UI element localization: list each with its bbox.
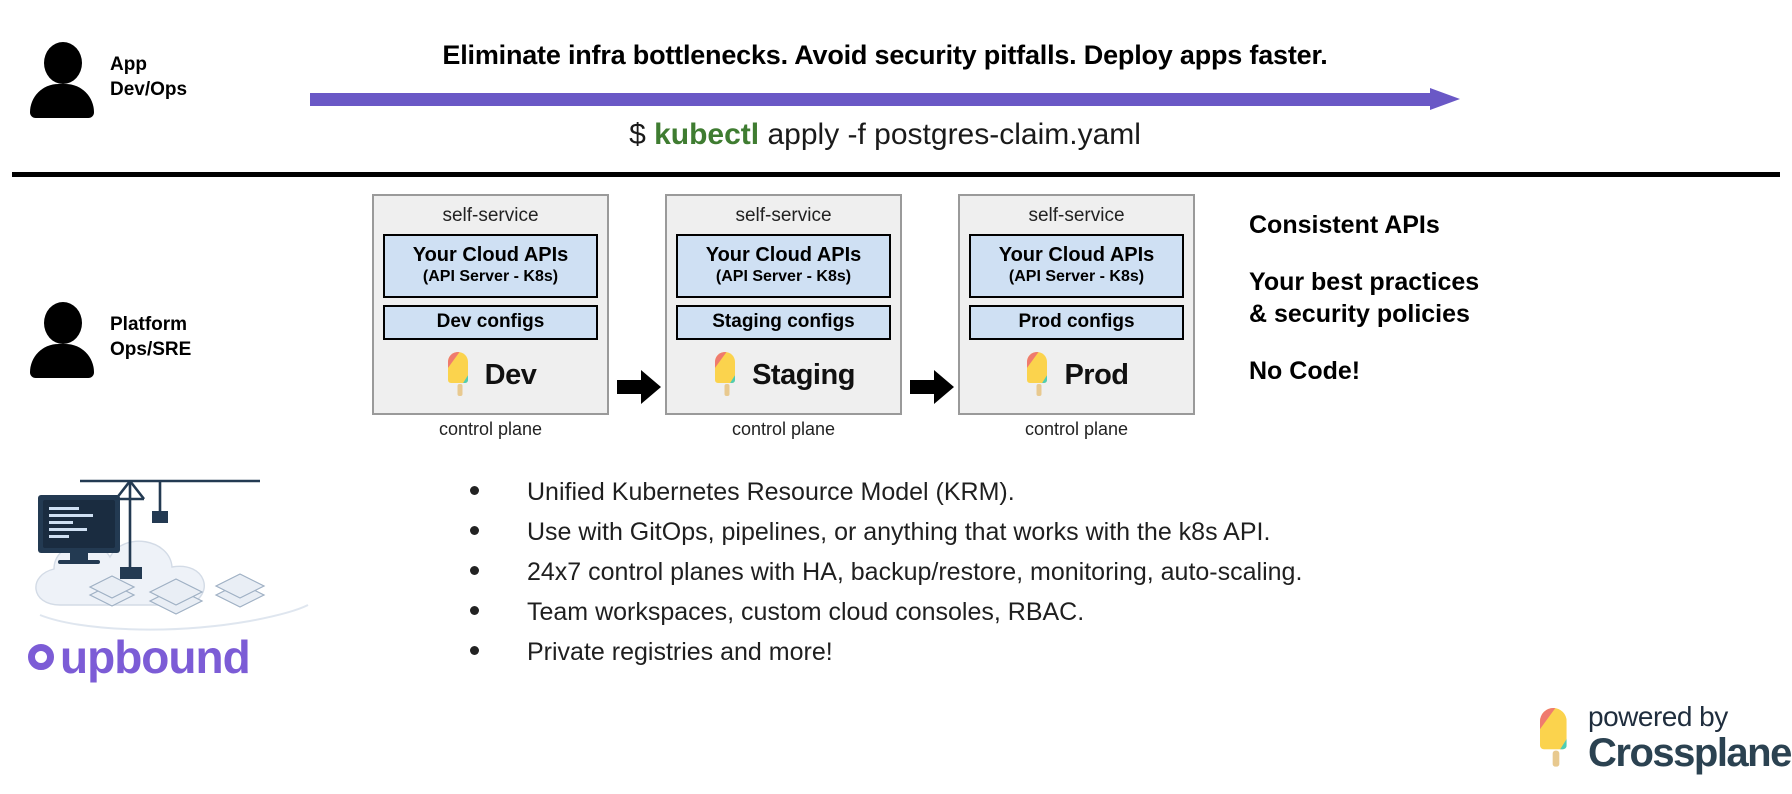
cp-api-title: Your Cloud APIs: [998, 244, 1155, 266]
control-plane-card-prod[interactable]: self-service Your Cloud APIs (API Server…: [958, 194, 1195, 415]
progress-arrow-head: [1430, 88, 1460, 110]
slide-root: App Dev/Ops Eliminate infra bottlenecks. …: [0, 0, 1792, 794]
bullet-text: Unified Kubernetes Resource Model (KRM).: [527, 478, 1015, 506]
bullet-dot-icon: [470, 646, 479, 655]
persona-line1: App: [110, 54, 147, 76]
bullet-text: Use with GitOps, pipelines, or anything …: [527, 518, 1271, 546]
bullet-dot-icon: [470, 526, 479, 535]
crossplane-popsicle-icon: [445, 350, 475, 401]
cp-configs-block: Prod configs: [969, 304, 1184, 340]
crossplane-popsicle-icon: [1536, 705, 1576, 772]
section-divider: [12, 172, 1780, 177]
crossplane-popsicle-icon: [712, 350, 742, 401]
cp-configs-block: Dev configs: [383, 304, 598, 340]
feature-bullet-list: Unified Kubernetes Resource Model (KRM).…: [470, 476, 1302, 676]
cp-env-name: Staging: [752, 358, 855, 391]
bullet-dot-icon: [470, 486, 479, 495]
upbound-logo: upbound: [28, 630, 251, 684]
cp-env-name: Prod: [1064, 358, 1129, 391]
bullet-dot-icon: [470, 606, 479, 615]
cp-api-title: Your Cloud APIs: [412, 244, 569, 266]
flow-arrow-staging-to-prod: [910, 370, 954, 409]
cp-caption-prod: control plane: [1024, 419, 1129, 439]
upbound-wordmark: upbound: [60, 631, 251, 683]
cp-configs-block: Staging configs: [676, 304, 891, 340]
cp-api-block: Your Cloud APIs (API Server - K8s): [676, 234, 891, 298]
cp-api-subtitle: (API Server - K8s): [715, 268, 852, 285]
cp-env-name: Dev: [484, 358, 537, 391]
user-avatar-icon: [28, 40, 96, 118]
list-item: 24x7 control planes with HA, backup/rest…: [470, 556, 1302, 588]
list-item: Use with GitOps, pipelines, or anything …: [470, 516, 1302, 548]
cp-api-subtitle: (API Server - K8s): [1008, 268, 1145, 285]
flow-arrow-dev-to-staging: [617, 370, 661, 409]
bullet-dot-icon: [470, 566, 479, 575]
bullet-text: Private registries and more!: [527, 638, 833, 666]
headline: Eliminate infra bottlenecks. Avoid secur…: [442, 40, 1328, 70]
persona-platform-ops-label: Platform Ops/SRE: [110, 313, 191, 362]
cp-self-service-label: self-service: [1028, 205, 1125, 226]
control-plane-card-dev[interactable]: self-service Your Cloud APIs (API Server…: [372, 194, 609, 415]
powered-by-text: powered by Crossplane: [1588, 701, 1792, 775]
upbound-mark-icon: [28, 644, 54, 670]
benefits-list: Consistent APIs Your best practices & se…: [1249, 210, 1769, 413]
cp-caption-staging: control plane: [731, 419, 836, 439]
powered-by-label: powered by: [1588, 701, 1728, 732]
benefit-item: No Code!: [1249, 356, 1361, 385]
cp-api-block: Your Cloud APIs (API Server - K8s): [969, 234, 1184, 298]
list-item: Private registries and more!: [470, 636, 1302, 668]
benefit-item: Your best practices & security policies: [1249, 268, 1480, 328]
bullet-text: Team workspaces, custom cloud consoles, …: [527, 598, 1085, 626]
cp-footer: Prod: [960, 350, 1193, 401]
crossplane-wordmark: Crossplane: [1588, 731, 1792, 775]
cp-api-block: Your Cloud APIs (API Server - K8s): [383, 234, 598, 298]
cp-api-subtitle: (API Server - K8s): [422, 268, 559, 285]
crossplane-popsicle-icon: [1024, 350, 1054, 401]
bullet-text: 24x7 control planes with HA, backup/rest…: [527, 558, 1303, 586]
kubectl-command: $ kubectl apply -f postgres-claim.yaml: [310, 118, 1460, 152]
benefit-item: Consistent APIs: [1249, 211, 1440, 239]
progress-arrow-shaft: [310, 93, 1432, 106]
kubectl-args: apply -f postgres-claim.yaml: [767, 118, 1141, 151]
shell-prompt: $: [629, 118, 646, 151]
cp-caption-dev: control plane: [438, 419, 543, 439]
cp-api-title: Your Cloud APIs: [705, 244, 862, 266]
persona-line2: Dev/Ops: [110, 79, 188, 100]
powered-by-crossplane: powered by Crossplane: [1536, 701, 1792, 775]
list-item: Unified Kubernetes Resource Model (KRM).: [470, 476, 1302, 508]
cp-footer: Dev: [374, 350, 607, 401]
kubectl-binary: kubectl: [654, 118, 760, 151]
cp-self-service-label: self-service: [442, 205, 539, 226]
list-item: Team workspaces, custom cloud consoles, …: [470, 596, 1302, 628]
persona-line2: Ops/SRE: [110, 339, 192, 360]
persona-platform-ops: Platform Ops/SRE: [28, 300, 191, 378]
control-plane-card-staging[interactable]: self-service Your Cloud APIs (API Server…: [665, 194, 902, 415]
persona-app-devops: App Dev/Ops: [28, 40, 187, 118]
cp-self-service-label: self-service: [735, 205, 832, 226]
upbound-illustration: [20, 455, 320, 645]
progress-arrow: [310, 88, 1460, 110]
cp-footer: Staging: [667, 350, 900, 401]
user-avatar-icon: [28, 300, 96, 378]
persona-app-devops-label: App Dev/Ops: [110, 53, 187, 102]
persona-line1: Platform: [110, 314, 188, 336]
